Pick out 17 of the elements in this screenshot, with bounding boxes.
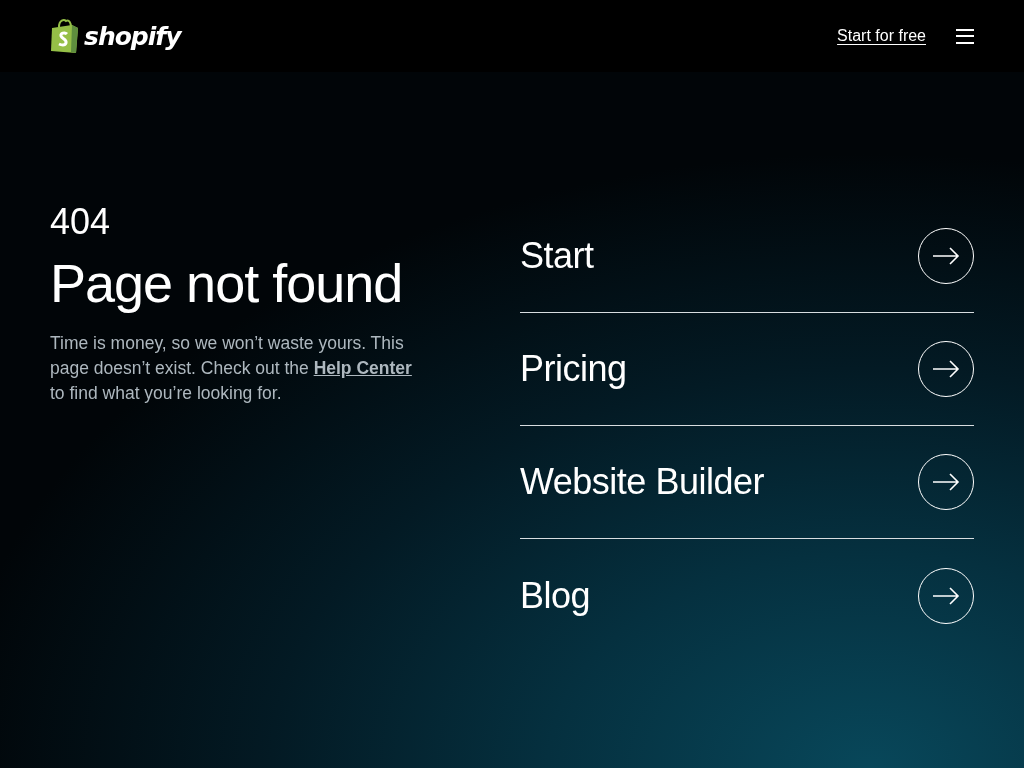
nav-link[interactable]: Blog <box>520 539 974 652</box>
error-message: Time is money, so we won’t waste yours. This page doesn’t exist. Check out the Help Center to find what you’re looking for. <box>50 332 413 406</box>
arrow-right-icon <box>918 341 974 397</box>
nav-link[interactable]: Start <box>520 200 974 313</box>
error-code: 404 <box>50 204 112 240</box>
nav-link[interactable]: Website Builder <box>520 426 974 539</box>
shopify-logo[interactable]: shopify <box>50 18 181 54</box>
arrow-right-icon <box>918 228 974 284</box>
help-center-link[interactable]: Help Center <box>313 358 412 379</box>
page-title: Page not found <box>50 254 404 314</box>
nav-link[interactable]: Pricing <box>520 313 974 426</box>
menu-icon[interactable] <box>956 28 974 44</box>
start-for-free-link[interactable]: Start for free <box>837 27 926 45</box>
arrow-right-icon <box>918 567 974 624</box>
shopping-bag-icon <box>50 18 80 54</box>
logo-wordmark: shopify <box>84 21 181 51</box>
arrow-right-icon <box>918 454 974 510</box>
